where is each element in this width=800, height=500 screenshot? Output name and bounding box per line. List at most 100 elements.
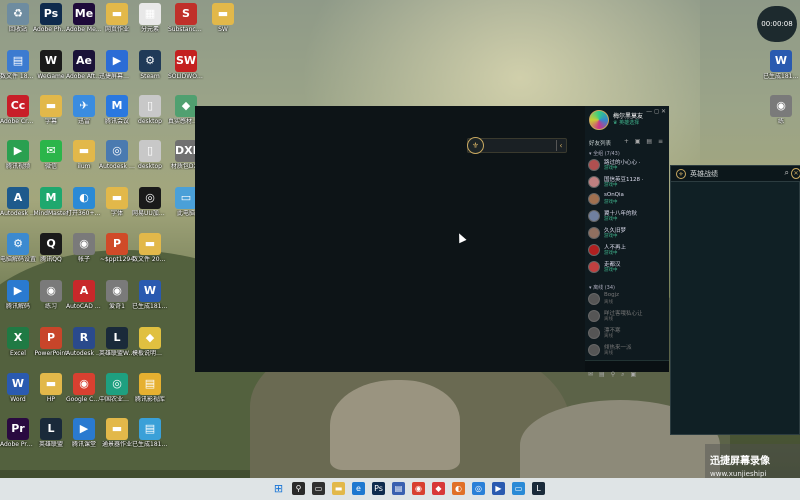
desktop-icon[interactable]: ▬ SW	[205, 3, 241, 33]
desktop-icon[interactable]: M MindMaster	[33, 187, 69, 217]
friend-list-item[interactable]: 国信英豆1128 · 游戏中	[588, 175, 666, 192]
desktop-icon[interactable]: W已生成181班文生生全文...	[763, 50, 799, 80]
search-button-icon[interactable]: ⚲	[292, 482, 305, 495]
friend-list-item[interactable]: Bogjz 离线	[588, 292, 666, 309]
friend-list-item[interactable]: sOnQia 游戏中	[588, 192, 666, 209]
app-blue-icon[interactable]: ◎	[472, 482, 485, 495]
desktop-icon[interactable]: PsAdobe Photosh...	[33, 3, 69, 33]
desktop-icon[interactable]: ⚙ 电脑解码设置	[0, 233, 36, 263]
desktop-icon[interactable]: SWSOLIDWORKS 2020	[168, 50, 204, 80]
app-orange-icon[interactable]: ◐	[452, 482, 465, 495]
friend-list-tools[interactable]: + ▣ ▤ ≡	[624, 138, 665, 145]
desktop-icon[interactable]: Q 腾讯QQ	[33, 233, 69, 263]
desktop-icon[interactable]: ▯ desktop	[132, 95, 168, 125]
desktop-icon[interactable]: ◉ 练	[763, 95, 799, 125]
toolbar-icon[interactable]: ⌕	[621, 371, 624, 379]
desktop-icon[interactable]: SSubstance Painter	[168, 3, 204, 33]
recording-timer[interactable]: 00:00:08	[757, 6, 797, 42]
desktop-icon[interactable]: ▬数文件 20181723...	[132, 233, 168, 263]
desktop-icon[interactable]: ◎Autodesk 360	[99, 140, 135, 170]
desktop-icon[interactable]: ▶ 腾讯解码	[0, 280, 36, 310]
desktop-icon[interactable]: ✈ 迅雷	[66, 95, 102, 125]
lol-app-icon[interactable]: L	[532, 482, 545, 495]
desktop-icon[interactable]: P PowerPoint	[33, 327, 69, 357]
desktop-icon[interactable]: ▤已生成181班文全王模者...	[132, 418, 168, 448]
lol-icon[interactable]: ⚜	[467, 137, 484, 154]
game-search-box[interactable]: ⚜ ‹	[467, 137, 567, 154]
desktop-icon[interactable]: ◎中国农业银行网银助手	[99, 373, 135, 403]
app-screen-icon[interactable]: ▭	[512, 482, 525, 495]
desktop-icon[interactable]: L英雄联盟WeGame版	[99, 327, 135, 357]
app-darkblue-icon[interactable]: ▶	[492, 482, 505, 495]
toolbar-icon[interactable]: ▣	[630, 371, 636, 378]
desktop-icon[interactable]: AAutodesk 桌面应用程序	[0, 187, 36, 217]
desktop-icon[interactable]: ◆模板说明模板225	[132, 327, 168, 357]
desktop-icon[interactable]: ◎ 网易UU加速器	[132, 187, 168, 217]
desktop-icon[interactable]: W已生成181班交生模型...	[132, 280, 168, 310]
desktop-icon[interactable]: ▶ 腾讯视频	[0, 140, 36, 170]
desktop-icon[interactable]: ▶迅捷屏幕录像工具	[99, 50, 135, 80]
desktop-icon[interactable]: ▬ 通景器作业	[99, 418, 135, 448]
ps-app-icon[interactable]: Ps	[372, 482, 385, 495]
desktop-icon[interactable]: ▬ 字幕	[33, 95, 69, 125]
friend-list-item[interactable]: 翼十八年的秋 游戏中	[588, 209, 666, 226]
desktop-icon[interactable]: AeAdobe After Effects CC...	[66, 50, 102, 80]
offline-group-header[interactable]: ▾ 离线 (34)	[589, 284, 615, 291]
taskview-button-icon[interactable]: ▭	[312, 482, 325, 495]
friend-list-item[interactable]: 路过的小心心 · 游戏中	[588, 158, 666, 175]
desktop-icon[interactable]: ▯ desktop	[132, 140, 168, 170]
desktop-icon[interactable]: ▬ ilum	[66, 140, 102, 170]
desktop-icon[interactable]: ▬ 字体	[99, 187, 135, 217]
chevron-left-icon[interactable]: ‹	[556, 140, 565, 151]
friend-list-item[interactable]: 漂不寒 离线	[588, 326, 666, 343]
desktop-icon[interactable]: ▬ HP	[33, 373, 69, 403]
desktop-icon[interactable]: ✉ 微信	[33, 140, 69, 170]
desktop-icon[interactable]: ◉ 爱奇1	[99, 280, 135, 310]
toolbar-icon[interactable]: ✉	[588, 371, 593, 378]
toolbar-icon[interactable]: ▤	[599, 371, 605, 378]
app-icon: ▤	[139, 418, 161, 440]
friend-list-item[interactable]: 走都汉 游戏中	[588, 260, 666, 277]
desktop-icon[interactable]: ◉ 帐子	[66, 233, 102, 263]
explorer-icon[interactable]: ▬	[332, 482, 345, 495]
desktop-icon[interactable]: PrAdobe Premiere P...	[0, 418, 36, 448]
hero-stats-window[interactable]: ⚜ 英雄战绩 ⌕ ✕	[670, 165, 800, 435]
desktop-icon[interactable]: CcAdobe Creati...	[0, 95, 36, 125]
desktop-icon[interactable]: ▶ 腾讯课堂	[66, 418, 102, 448]
desktop-icon[interactable]: ◉Google Chrome	[66, 373, 102, 403]
chrome-icon[interactable]: ◉	[412, 482, 425, 495]
friend-list-item[interactable]: 人不再上 游戏中	[588, 243, 666, 260]
desktop-icon[interactable]: W WeGame	[33, 50, 69, 80]
desktop-icon[interactable]: AAutoCAD 2014 - 简...	[66, 280, 102, 310]
desktop-icon[interactable]: ◉ 练习	[33, 280, 69, 310]
desktop-icon[interactable]: RAutodesk ReCap	[66, 327, 102, 357]
start-button-icon[interactable]: ⊞	[272, 482, 285, 495]
toolbar-icon[interactable]: ⚲	[611, 371, 615, 378]
search-icon[interactable]: ⌕	[785, 168, 789, 178]
desktop-icon[interactable]: ▬ 网页作业	[99, 3, 135, 33]
desktop-icon[interactable]: P ~$ppt1294	[99, 233, 135, 263]
desktop-icon[interactable]: ◐打开360+米同步助理	[66, 187, 102, 217]
edge-icon[interactable]: e	[352, 482, 365, 495]
avatar[interactable]	[589, 110, 609, 130]
desktop-icon[interactable]: W Word	[0, 373, 36, 403]
app-red-icon[interactable]: ◆	[432, 482, 445, 495]
app-icon: SW	[175, 50, 197, 72]
user-status[interactable]: ♛ 英雄选择	[613, 119, 639, 126]
friend-list-item[interactable]: 倾热来一派 离线	[588, 343, 666, 360]
window-controls[interactable]: — ◻ ✕	[646, 108, 666, 115]
desktop-icon[interactable]: ▦ 分元素	[132, 3, 168, 33]
online-group-header[interactable]: ▾ 全组 (7/43)	[589, 150, 620, 157]
friend-list-item[interactable]: 久久旧梦 游戏中	[588, 226, 666, 243]
desktop-icon[interactable]: X Excel	[0, 327, 36, 357]
desktop-icon[interactable]: ▤ 腾讯影视库	[132, 373, 168, 403]
desktop-icon[interactable]: ⚙ Steam	[132, 50, 168, 80]
desktop-icon[interactable]: ▤数文件 181723...	[0, 50, 36, 80]
close-icon[interactable]: ✕	[791, 168, 800, 179]
media-app-icon[interactable]: ▤	[392, 482, 405, 495]
friend-list-item[interactable]: 咩过客哦私心让 离线	[588, 309, 666, 326]
desktop-icon[interactable]: L 英雄联盟	[33, 418, 69, 448]
desktop-icon[interactable]: ♻ 回收站	[0, 3, 36, 33]
desktop-icon[interactable]: M 腾讯会议	[99, 95, 135, 125]
desktop-icon[interactable]: MeAdobe Media En...	[66, 3, 102, 33]
